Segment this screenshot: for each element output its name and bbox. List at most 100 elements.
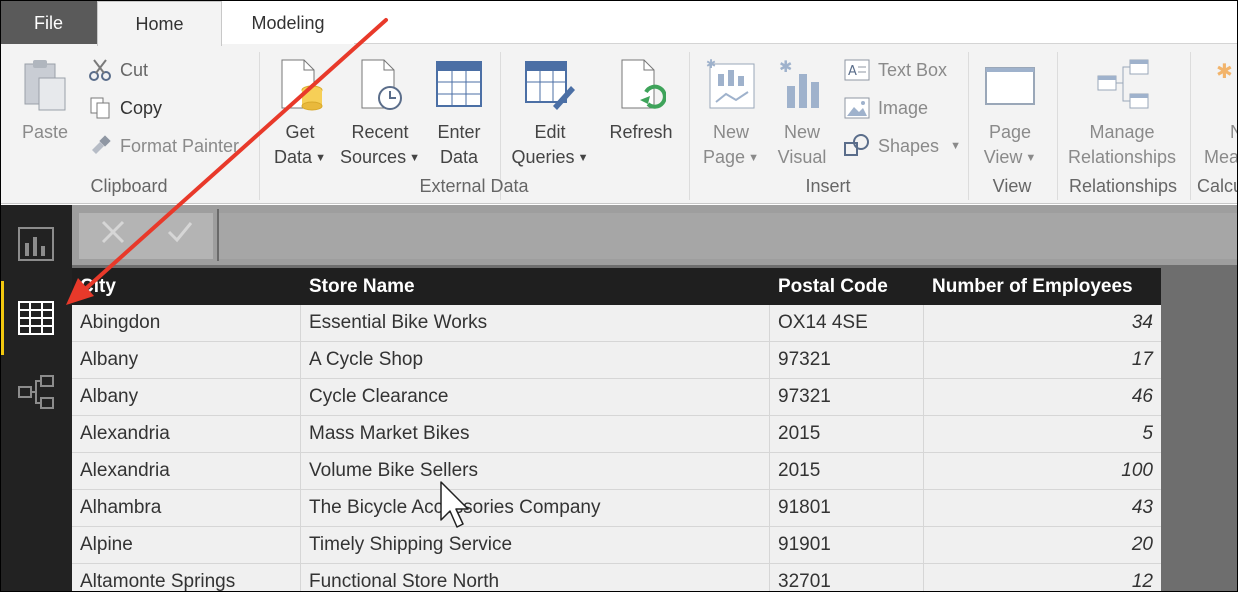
get-data-label-2: Data [274, 147, 313, 167]
table-row: Alpine Timely Shipping Service 91901 20 [72, 527, 1161, 564]
table-cell[interactable]: Cycle Clearance [301, 379, 770, 415]
recent-sources-label-2: Sources [340, 147, 407, 167]
table-header-row: City Store Name Postal Code Number of Em… [72, 268, 1161, 305]
table-cell[interactable]: 2015 [770, 416, 924, 452]
table-cell[interactable]: 97321 [770, 342, 924, 378]
recent-sources-button[interactable]: Recent Sources ▼ [338, 56, 422, 171]
table-cell[interactable]: Alexandria [72, 416, 301, 452]
table-cell[interactable]: Timely Shipping Service [301, 527, 770, 563]
table-cell[interactable]: 34 [924, 305, 1161, 341]
new-page-icon: ✱ [706, 57, 755, 109]
chevron-down-icon: ▼ [409, 151, 420, 164]
tab-modeling[interactable]: Modeling [222, 1, 354, 45]
scissors-icon [89, 59, 111, 81]
text-box-button[interactable]: A Text Box [844, 58, 947, 82]
manage-relationships-button[interactable]: Manage Relationships [1062, 56, 1182, 170]
copy-button[interactable]: Copy [88, 96, 162, 120]
view-group-label: View [992, 176, 1032, 196]
table-cell[interactable]: Abingdon [72, 305, 301, 341]
page-view-button[interactable]: Page View ▼ [978, 56, 1042, 171]
table-cell[interactable]: 97321 [770, 379, 924, 415]
view-switcher [0, 205, 72, 592]
table-cell[interactable]: The Bicycle Accessories Company [301, 490, 770, 526]
new-page-button[interactable]: ✱ New Page ▼ [700, 56, 762, 171]
edit-queries-button[interactable]: Edit Queries ▼ [508, 56, 592, 171]
column-header-store-name[interactable]: Store Name [301, 268, 770, 305]
table-cell[interactable]: Albany [72, 379, 301, 415]
get-data-button[interactable]: Get Data ▼ [268, 56, 332, 171]
table-cell[interactable]: A Cycle Shop [301, 342, 770, 378]
chevron-down-icon: ▼ [950, 140, 961, 152]
checkmark-icon [167, 222, 192, 243]
commit-formula-button[interactable] [146, 219, 213, 253]
insert-group-label: Insert [805, 176, 851, 196]
svg-text:✱: ✱ [706, 57, 716, 71]
table-cell[interactable]: 43 [924, 490, 1161, 526]
column-header-postal-code[interactable]: Postal Code [770, 268, 924, 305]
enter-data-button[interactable]: Enter Data [428, 56, 490, 170]
table-cell[interactable]: Essential Bike Works [301, 305, 770, 341]
table-row: Albany Cycle Clearance 97321 46 [72, 379, 1161, 416]
new-measure-label-2: Mea [1204, 147, 1238, 167]
table-cell[interactable]: 5 [924, 416, 1161, 452]
table-cell[interactable]: 2015 [770, 453, 924, 489]
table-cell[interactable]: 12 [924, 564, 1161, 592]
data-view-button[interactable] [0, 281, 72, 355]
cancel-formula-button[interactable] [79, 219, 146, 253]
copy-icon [90, 97, 110, 119]
table-cell[interactable]: Albany [72, 342, 301, 378]
table-cell[interactable]: 17 [924, 342, 1161, 378]
edit-queries-label-2: Queries [511, 147, 575, 167]
enter-data-label-1: Enter [437, 122, 481, 142]
table-cell[interactable]: Volume Bike Sellers [301, 453, 770, 489]
table-cell[interactable]: 46 [924, 379, 1161, 415]
image-button[interactable]: Image [844, 96, 928, 120]
table-cell[interactable]: Altamonte Springs [72, 564, 301, 592]
edit-queries-label-1: Edit [534, 122, 566, 142]
cut-label: Cut [120, 59, 149, 80]
data-view-area: City Store Name Postal Code Number of Em… [72, 205, 1238, 592]
format-painter-label: Format Painter [120, 135, 240, 156]
report-view-button[interactable] [0, 207, 72, 281]
table-cell[interactable]: 91801 [770, 490, 924, 526]
recent-sources-icon [361, 59, 402, 110]
paste-button[interactable]: Paste [14, 56, 76, 145]
refresh-button[interactable]: Refresh [604, 56, 678, 145]
shapes-label: Shapes [878, 135, 940, 156]
table-cell[interactable]: Alhambra [72, 490, 301, 526]
new-measure-button[interactable]: ✱ N Mea [1196, 56, 1238, 170]
table-row: Albany A Cycle Shop 97321 17 [72, 342, 1161, 379]
format-painter-button[interactable]: Format Painter [88, 134, 239, 158]
table-cell[interactable]: 100 [924, 453, 1161, 489]
table-cell[interactable]: 91901 [770, 527, 924, 563]
table-cell[interactable]: Mass Market Bikes [301, 416, 770, 452]
chevron-down-icon: ▼ [577, 151, 589, 164]
svg-text:✱: ✱ [1216, 59, 1233, 83]
relationships-view-button[interactable] [0, 355, 72, 429]
table-icon [18, 301, 54, 335]
table-cell[interactable]: Functional Store North [301, 564, 770, 592]
table-cell[interactable]: Alexandria [72, 453, 301, 489]
new-visual-label-1: New [783, 122, 820, 142]
shapes-icon [844, 134, 869, 156]
shapes-button[interactable]: Shapes ▼ [844, 134, 961, 158]
column-header-city[interactable]: City [72, 268, 301, 305]
chevron-down-icon: ▼ [1025, 151, 1037, 164]
cut-button[interactable]: Cut [88, 58, 148, 82]
new-measure-label-1: N [1230, 122, 1238, 142]
get-data-label-1: Get [285, 122, 315, 142]
tab-home[interactable]: Home [97, 1, 222, 46]
column-header-number-of-employees[interactable]: Number of Employees [924, 268, 1161, 305]
copy-label: Copy [120, 97, 163, 118]
table-cell[interactable]: OX14 4SE [770, 305, 924, 341]
manage-relationships-icon [1097, 59, 1149, 109]
edit-queries-icon [525, 61, 575, 110]
table-cell[interactable]: Alpine [72, 527, 301, 563]
page-view-label-2: View [983, 147, 1023, 167]
formula-input[interactable] [219, 213, 1238, 259]
svg-text:A: A [848, 64, 857, 79]
table-cell[interactable]: 20 [924, 527, 1161, 563]
table-cell[interactable]: 32701 [770, 564, 924, 592]
tab-file[interactable]: File [0, 1, 97, 45]
new-visual-button[interactable]: ✱ New Visual [772, 56, 832, 170]
